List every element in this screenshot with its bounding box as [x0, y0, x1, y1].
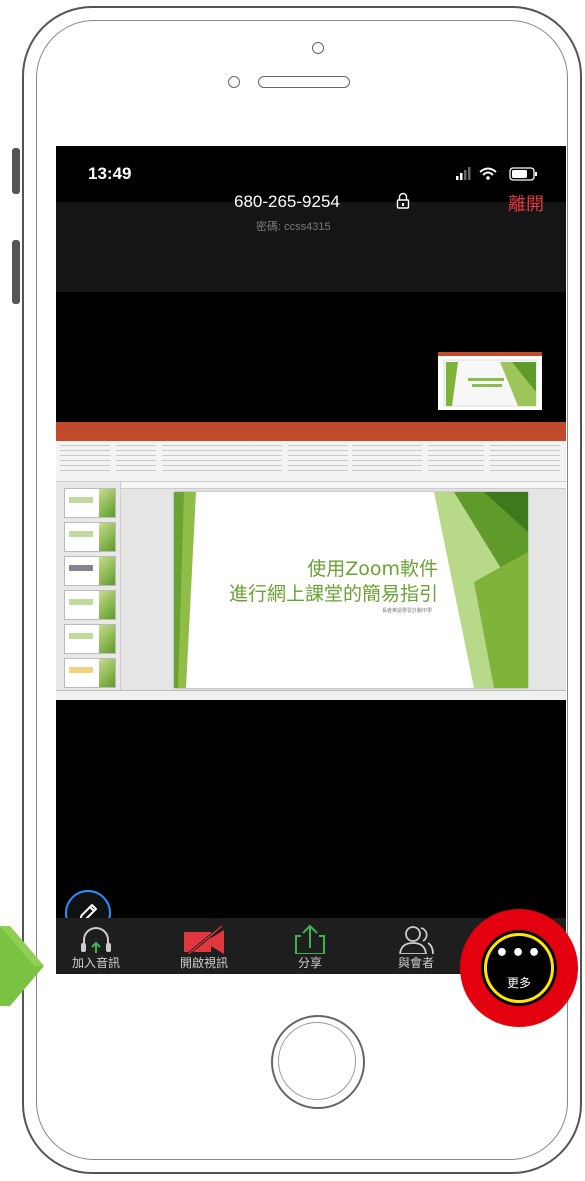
- more-dots-icon: •••: [494, 941, 544, 966]
- share-label: 分享: [297, 956, 322, 970]
- join-audio-button[interactable]: 加入音訊: [56, 918, 138, 974]
- slide-thumbnail-graphic: [438, 352, 542, 410]
- front-camera-icon: [312, 42, 324, 54]
- passcode-text: 密碼: ccss4315: [256, 221, 331, 233]
- headphones-icon: [81, 927, 111, 953]
- phone-screen: 13:49 680-265-9254 密碼: ccss4315 離開 使用Zoo…: [56, 146, 566, 974]
- ppt-ribbon: [56, 441, 566, 482]
- join-audio-label: 加入音訊: [71, 956, 120, 970]
- signal-wifi-battery-icon: [456, 167, 537, 181]
- self-view-thumbnail[interactable]: [438, 352, 542, 410]
- shared-screen[interactable]: 使用Zoom軟件 進行網上課堂的簡易指引 長者英語學習計劃中學: [56, 422, 566, 700]
- share-upload-icon: [295, 924, 325, 954]
- meeting-id[interactable]: 680-265-9254: [234, 192, 340, 212]
- slide-subtitle: 長者英語學習計劃中學: [381, 608, 432, 614]
- participants-button[interactable]: 與會者: [374, 918, 458, 974]
- slide-thumbnail: [64, 658, 116, 688]
- ppt-slide-panel: [56, 482, 121, 690]
- mute-switch: [12, 148, 20, 194]
- ppt-ruler: [121, 482, 566, 489]
- slide-thumbnail: [64, 522, 116, 552]
- leave-button[interactable]: 離開: [508, 190, 544, 216]
- participants-label: 與會者: [397, 956, 434, 970]
- ppt-ribbon-tabs: [56, 432, 566, 441]
- slide-title-line1: 使用Zoom軟件: [307, 558, 438, 580]
- slide-thumbnail: [64, 624, 116, 654]
- slide-thumbnail: [64, 556, 116, 586]
- volume-button: [12, 240, 20, 304]
- lock-icon: [396, 192, 410, 214]
- ppt-title-bar: [56, 422, 566, 432]
- start-video-button[interactable]: 開啟視訊: [162, 918, 246, 974]
- ppt-status-bar: [56, 690, 566, 700]
- earpiece-speaker: [258, 76, 350, 88]
- participants-icon: [399, 926, 434, 954]
- more-label: 更多: [506, 976, 531, 990]
- share-button[interactable]: 分享: [268, 918, 352, 974]
- slide-thumbnail: [64, 590, 116, 620]
- start-video-label: 開啟視訊: [179, 956, 228, 970]
- video-off-icon: [184, 924, 224, 954]
- more-button[interactable]: ••• 更多: [487, 936, 551, 1000]
- meeting-header: [56, 202, 566, 292]
- pointer-arrow-icon: [0, 926, 44, 1006]
- status-icons: [454, 166, 544, 186]
- home-button-ring: [278, 1022, 356, 1100]
- status-time: 13:49: [88, 164, 132, 183]
- main-slide: 使用Zoom軟件 進行網上課堂的簡易指引 長者英語學習計劃中學: [174, 492, 528, 688]
- slide-thumbnail: [64, 488, 116, 518]
- sensor-icon: [228, 76, 240, 88]
- slide-title-line2: 進行網上課堂的簡易指引: [228, 583, 438, 605]
